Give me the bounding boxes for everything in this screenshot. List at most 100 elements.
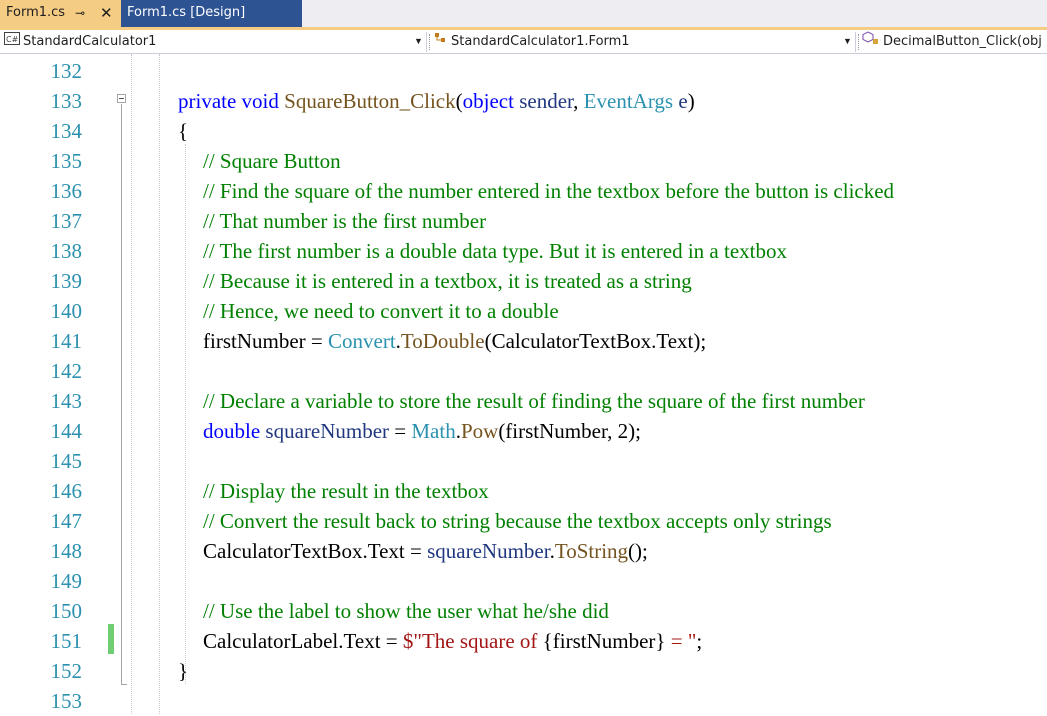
code-line[interactable]: 145 <box>0 446 1047 476</box>
code-token: } <box>178 659 189 683</box>
code-line[interactable]: 146 // Display the result in the textbox <box>0 476 1047 506</box>
code-token: { <box>178 119 189 143</box>
code-token: // Declare a variable to store the resul… <box>203 389 865 413</box>
line-number: 145 <box>50 449 83 473</box>
code-line[interactable]: 152} <box>0 656 1047 686</box>
code-token: = <box>389 419 412 443</box>
code-line[interactable]: 143 // Declare a variable to store the re… <box>0 386 1047 416</box>
line-number: 151 <box>50 629 83 653</box>
code-token: squareNumber <box>427 539 550 563</box>
project-name: StandardCalculator1 <box>23 34 157 49</box>
code-editor[interactable]: 132 133 private void SquareButton_Click(ob… <box>0 54 1047 714</box>
tab-form1-designer[interactable]: Form1.cs [Design] <box>121 0 302 27</box>
line-number: 144 <box>50 419 83 443</box>
code-token: SquareButton_Click <box>284 89 456 113</box>
code-token: {firstNumber} <box>542 629 666 653</box>
line-number: 134 <box>50 119 83 143</box>
line-number: 136 <box>50 179 83 203</box>
code-token: // The first number is a double data typ… <box>203 239 787 263</box>
code-line[interactable]: 135 // Square Button <box>0 146 1047 176</box>
line-number: 146 <box>50 479 83 503</box>
tab-label: Form1.cs [Design] <box>127 5 246 20</box>
code-token: ) <box>687 89 695 113</box>
code-token: sender <box>519 89 574 113</box>
code-token: $"The square of <box>402 629 543 653</box>
line-number: 149 <box>50 569 83 593</box>
code-token: CalculatorLabel.Text = <box>203 629 403 653</box>
code-text: private void SquareButton_Click(object s… <box>178 86 695 116</box>
code-token: (); <box>628 539 648 563</box>
code-line[interactable]: 139 // Because it is entered in a textbox… <box>0 266 1047 296</box>
chevron-down-icon[interactable]: ▼ <box>843 31 852 52</box>
code-line[interactable]: 137 // That number is the first number <box>0 206 1047 236</box>
code-line[interactable]: 140 // Hence, we need to convert it to a … <box>0 296 1047 326</box>
code-token: Convert <box>328 329 396 353</box>
code-line[interactable]: 132 <box>0 56 1047 86</box>
close-icon[interactable]: ✕ <box>100 0 113 26</box>
code-token: e <box>678 89 688 113</box>
line-number: 139 <box>50 269 83 293</box>
code-token: double <box>203 419 266 443</box>
chevron-down-icon[interactable]: ▼ <box>414 31 423 52</box>
code-line[interactable]: 149 <box>0 566 1047 596</box>
code-line[interactable]: 148 CalculatorTextBox.Text = squareNumber… <box>0 536 1047 566</box>
code-line[interactable]: 147 // Convert the result back to string … <box>0 506 1047 536</box>
method-private-icon <box>862 31 880 52</box>
line-number: 140 <box>50 299 83 323</box>
code-line[interactable]: 141 firstNumber = Convert.ToDouble(Calcul… <box>0 326 1047 356</box>
code-token: EventArgs <box>583 89 679 113</box>
type-dropdown[interactable]: StandardCalculator1.Form1 <box>432 31 852 52</box>
line-number: 152 <box>50 659 83 683</box>
csharp-project-icon: C# <box>4 31 20 52</box>
line-number: 142 <box>50 359 83 383</box>
type-name: StandardCalculator1.Form1 <box>451 34 630 49</box>
code-token: firstNumber = <box>203 329 328 353</box>
code-line[interactable]: 134 { <box>0 116 1047 146</box>
pin-icon[interactable]: ⊸ <box>75 0 85 26</box>
line-number: 135 <box>50 149 83 173</box>
line-number: 138 <box>50 239 83 263</box>
code-line[interactable]: 142 <box>0 356 1047 386</box>
code-line[interactable]: 153 <box>0 686 1047 716</box>
divider <box>855 32 856 52</box>
line-number: 133 <box>50 89 83 113</box>
code-line[interactable]: 133 private void SquareButton_Click(objec… <box>0 86 1047 116</box>
code-token: Pow <box>460 419 499 443</box>
code-text: // Convert the result back to string bec… <box>203 506 832 536</box>
tab-form1-cs[interactable]: Form1.cs ⊸ ✕ <box>0 0 121 27</box>
code-text: // Declare a variable to store the resul… <box>203 386 865 416</box>
member-name: DecimalButton_Click(obj <box>883 34 1042 49</box>
line-number: 147 <box>50 509 83 533</box>
code-token: Math <box>411 419 456 443</box>
code-token: // Find the square of the number entered… <box>203 179 895 203</box>
line-number: 132 <box>50 59 83 83</box>
code-token: // That number is the first number <box>203 209 487 233</box>
code-token: object <box>462 89 520 113</box>
navigation-bar: C# StandardCalculator1 ▼ StandardCalcula… <box>0 30 1047 54</box>
code-token: // Use the label to show the user what h… <box>203 599 609 623</box>
code-text: // Find the square of the number entered… <box>203 176 894 206</box>
code-token: , <box>573 89 584 113</box>
code-token: private void <box>178 89 285 113</box>
line-number: 150 <box>50 599 83 623</box>
code-line[interactable]: 151 CalculatorLabel.Text = $"The square o… <box>0 626 1047 656</box>
line-number: 141 <box>50 329 83 353</box>
code-token: ToDouble <box>400 329 485 353</box>
code-token: // Square Button <box>203 149 341 173</box>
line-number: 148 <box>50 539 83 563</box>
code-line[interactable]: 138 // The first number is a double data … <box>0 236 1047 266</box>
line-number: 143 <box>50 389 83 413</box>
member-dropdown[interactable]: DecimalButton_Click(obj <box>862 31 1047 52</box>
svg-text:C#: C# <box>6 35 19 44</box>
line-number: 153 <box>50 689 83 713</box>
code-text: firstNumber = Convert.ToDouble(Calculato… <box>203 326 706 356</box>
code-token: = " <box>665 629 697 653</box>
code-token: ( <box>455 89 463 113</box>
code-line[interactable]: 144 double squareNumber = Math.Pow(firstN… <box>0 416 1047 446</box>
code-line[interactable]: 150 // Use the label to show the user wha… <box>0 596 1047 626</box>
code-text: CalculatorTextBox.Text = squareNumber.To… <box>203 536 648 566</box>
project-dropdown[interactable]: C# StandardCalculator1 <box>4 31 424 52</box>
code-line[interactable]: 136 // Find the square of the number ente… <box>0 176 1047 206</box>
code-token: squareNumber <box>265 419 390 443</box>
code-token: CalculatorTextBox.Text = <box>203 539 428 563</box>
